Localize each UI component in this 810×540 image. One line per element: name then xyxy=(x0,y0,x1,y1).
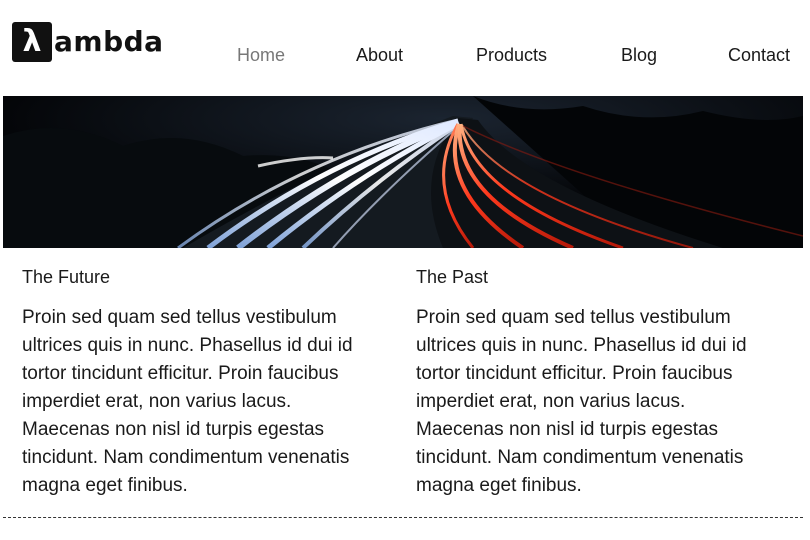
highway-light-trails-image xyxy=(3,96,803,248)
column-the-future: The Future Proin sed quam sed tellus ves… xyxy=(22,266,382,500)
nav-blog[interactable]: Blog xyxy=(621,44,657,66)
site-header: λ ambda Home About Products Blog Contact xyxy=(0,0,810,96)
column-body-the-future: Proin sed quam sed tellus vestibulum ult… xyxy=(22,307,353,496)
section-divider xyxy=(3,517,803,518)
column-title-the-future: The Future xyxy=(22,267,111,287)
column-title-the-past: The Past xyxy=(416,267,489,287)
column-the-past: The Past Proin sed quam sed tellus vesti… xyxy=(416,266,776,500)
hero-image xyxy=(3,96,803,248)
nav-products[interactable]: Products xyxy=(476,44,547,66)
nav-contact[interactable]: Contact xyxy=(728,44,790,66)
nav-about[interactable]: About xyxy=(356,44,403,66)
nav-home[interactable]: Home xyxy=(237,44,285,66)
main-nav: Home About Products Blog Contact xyxy=(0,44,810,66)
column-body-the-past: Proin sed quam sed tellus vestibulum ult… xyxy=(416,307,747,496)
